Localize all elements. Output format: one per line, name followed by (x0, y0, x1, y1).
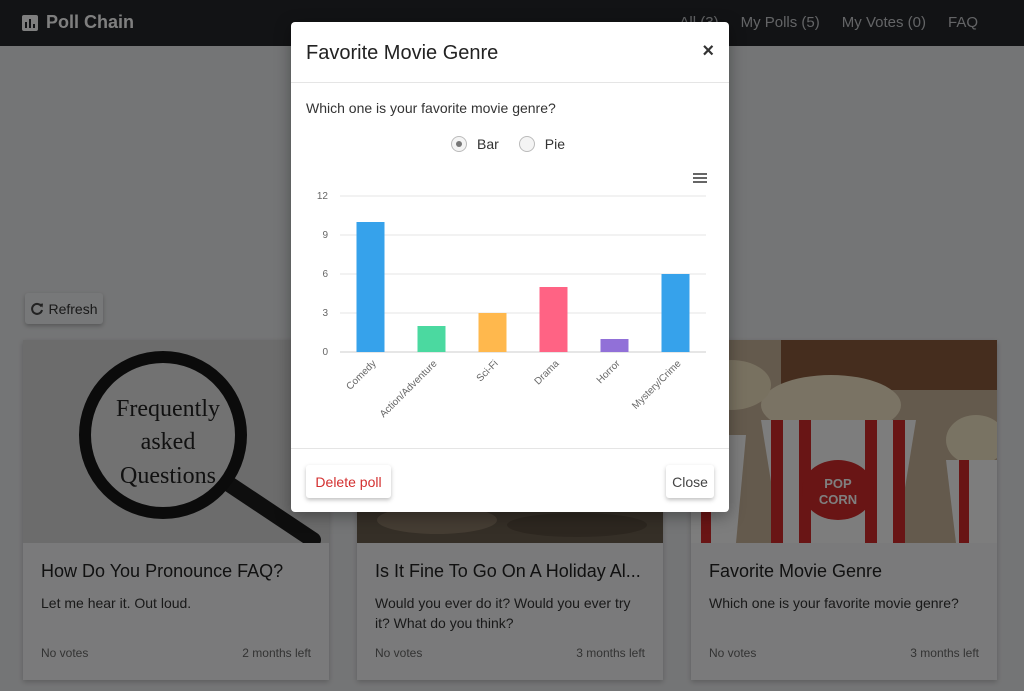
x-tick-label: Comedy (345, 358, 379, 392)
bar-comedy[interactable] (356, 222, 385, 352)
chart-type-selector: Bar Pie (451, 136, 565, 152)
bar-horror[interactable] (600, 339, 629, 352)
bar-mystery-crime[interactable] (661, 274, 690, 352)
y-tick-label: 9 (322, 230, 328, 241)
delete-poll-button[interactable]: Delete poll (306, 465, 391, 498)
poll-question: Which one is your favorite movie genre? (306, 100, 556, 116)
bar-action-adventure[interactable] (417, 326, 446, 352)
x-tick-label: Drama (533, 358, 562, 387)
x-tick-label: Mystery/Crime (630, 358, 684, 412)
y-tick-label: 0 (322, 347, 328, 358)
radio-pie-label[interactable]: Pie (545, 136, 565, 152)
modal-header: Favorite Movie Genre × (291, 22, 729, 83)
modal-title: Favorite Movie Genre (306, 42, 499, 64)
y-tick-label: 12 (317, 191, 329, 202)
y-tick-label: 6 (322, 269, 328, 280)
poll-modal: Favorite Movie Genre × Which one is your… (291, 22, 729, 512)
y-tick-label: 3 (322, 308, 328, 319)
radio-pie[interactable] (518, 136, 535, 152)
results-chart: 0 3 6 9 12 Comedy Action/Adventure Sci-Fi Drama H… (317, 191, 706, 418)
bar-sci-fi[interactable] (478, 313, 507, 352)
bar-drama[interactable] (539, 287, 568, 352)
radio-bar[interactable] (451, 136, 467, 152)
close-button[interactable]: Close (666, 465, 714, 498)
x-tick-label: Sci-Fi (475, 358, 501, 384)
x-tick-label: Action/Adventure (378, 358, 440, 418)
x-tick-label: Horror (595, 358, 623, 386)
modal-footer: Delete poll Close (291, 448, 729, 512)
close-icon[interactable]: × (702, 40, 714, 63)
radio-bar-label[interactable]: Bar (477, 136, 499, 152)
